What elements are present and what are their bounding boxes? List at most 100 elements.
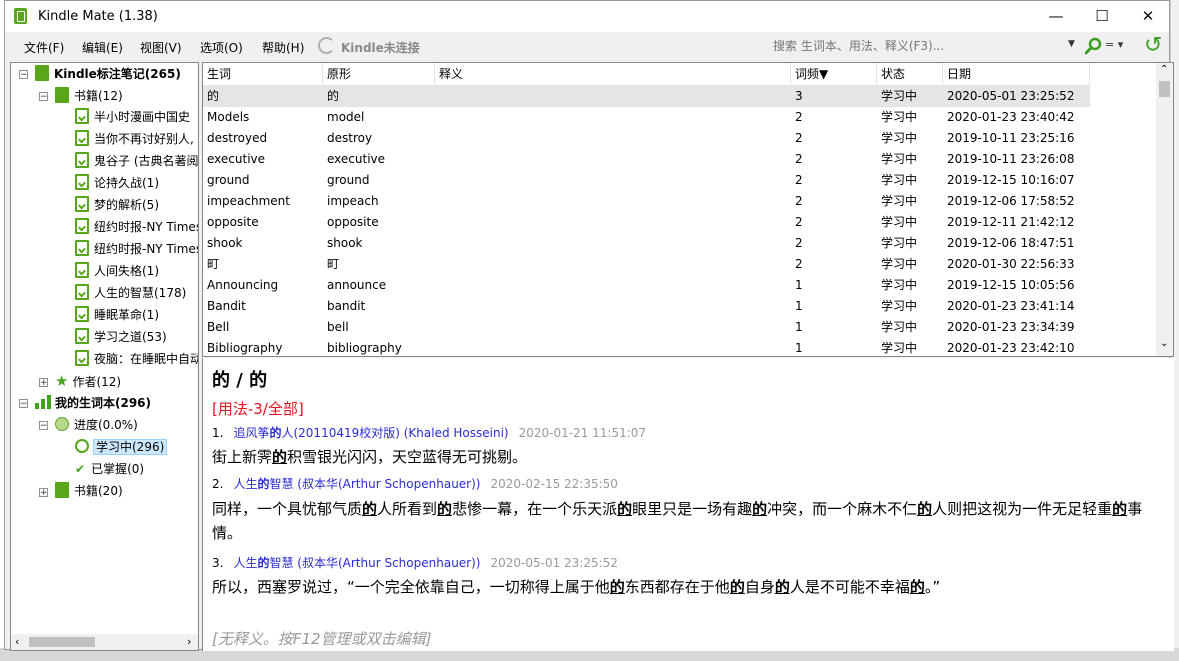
column-header-word[interactable]: 生词 xyxy=(203,63,323,85)
table-row[interactable]: 的 的 3 学习中 2020-05-01 23:25:52 xyxy=(203,86,1090,107)
table-row[interactable]: Models model 2 学习中 2020-01-23 23:40:42 xyxy=(203,107,1090,128)
table-row[interactable]: opposite opposite 2 学习中 2019-12-11 21:42:12 xyxy=(203,212,1090,233)
expand-toggle[interactable]: + xyxy=(39,378,48,388)
sentence-text: 。” xyxy=(924,578,941,596)
menu-file[interactable]: 文件(F) xyxy=(24,39,64,56)
table-row[interactable]: impeachment impeach 2 学习中 2019-12-06 17:58:5… xyxy=(203,191,1090,212)
check-icon: ✔ xyxy=(75,462,86,476)
cell-word: 的 xyxy=(207,89,220,103)
cell-stem: bibliography xyxy=(327,341,402,355)
cell-status: 学习中 xyxy=(881,131,918,145)
scroll-down-arrow[interactable]: ⌄ xyxy=(1160,338,1168,349)
refresh-icon[interactable]: ↺ xyxy=(1144,35,1162,57)
tree-book-item[interactable]: 纽约时报-NY Times xyxy=(75,217,198,237)
sentence-text: 人则把这视为一件无足轻重 xyxy=(932,500,1113,518)
book-icon xyxy=(75,218,89,234)
search-icon[interactable] xyxy=(1085,37,1103,55)
tree-book-item[interactable]: 学习之道(53) xyxy=(75,327,167,347)
table-row[interactable]: executive executive 2 学习中 2019-10-11 23:26:0… xyxy=(203,149,1090,170)
column-header-definition[interactable]: 释义 xyxy=(435,63,791,85)
no-definition-hint[interactable]: [无释义。按F12管理或双击编辑] xyxy=(212,628,431,649)
tree-progress[interactable]: 进度(0.0%) xyxy=(55,415,138,435)
table-row[interactable]: destroyed destroy 2 学习中 2019-10-11 23:25:16 xyxy=(203,128,1090,149)
tree-vocab-root[interactable]: 我的生词本(296) xyxy=(35,393,151,413)
tree-vocab-books[interactable]: 书籍(20) xyxy=(55,481,123,501)
menu-view[interactable]: 视图(V) xyxy=(140,39,182,56)
maximize-button[interactable]: ☐ xyxy=(1079,1,1125,32)
sentence-text: 东西都存在于他 xyxy=(624,578,730,596)
scrollbar-thumb[interactable] xyxy=(1159,81,1170,97)
collapse-toggle[interactable]: − xyxy=(39,421,48,431)
tree-mastered[interactable]: ✔ 已掌握(0) xyxy=(75,459,144,479)
expand-toggle[interactable]: + xyxy=(39,488,48,498)
column-header-stem[interactable]: 原形 xyxy=(323,63,435,85)
tree-authors[interactable]: ★ 作者(12) xyxy=(55,371,121,391)
source-book-link[interactable]: 人生的智慧 (叔本华(Arthur Schopenhauer)) xyxy=(233,477,480,491)
source-highlight: 的 xyxy=(257,556,270,570)
collapse-toggle[interactable]: − xyxy=(19,399,28,409)
tree-book-item[interactable]: 纽约时报-NY Times xyxy=(75,239,199,259)
tree-book-item[interactable]: 睡眠革命(1) xyxy=(75,305,159,325)
match-mode-dropdown[interactable]: = ▾ xyxy=(1105,38,1123,51)
cell-date: 2019-12-15 10:16:07 xyxy=(947,173,1075,187)
cell-status: 学习中 xyxy=(881,299,918,313)
highlighted-word: 的 xyxy=(917,500,933,518)
tree-horizontal-scrollbar[interactable]: ‹ › xyxy=(11,634,198,650)
table-row[interactable]: 町 町 2 学习中 2020-01-30 22:56:33 xyxy=(203,254,1090,275)
tree-book-label: 纽约时报-NY Times xyxy=(94,242,199,256)
column-header-frequency[interactable]: 词频▼ xyxy=(791,63,877,85)
highlighted-word: 的 xyxy=(752,500,768,518)
table-vertical-scrollbar[interactable]: ⌃ ⌄ xyxy=(1156,63,1173,356)
menu-options[interactable]: 选项(O) xyxy=(200,39,243,56)
source-book-link[interactable]: 追风筝的人(20110419校对版) (Khaled Hosseini) xyxy=(233,426,508,440)
scroll-up-arrow[interactable]: ⌃ xyxy=(1160,64,1168,75)
highlighted-word: 的 xyxy=(1112,500,1128,518)
column-header-date[interactable]: 日期 xyxy=(943,63,1090,85)
tree-learning[interactable]: 学习中(296) xyxy=(75,437,168,457)
scroll-right-arrow[interactable]: › xyxy=(187,635,191,648)
cell-definition xyxy=(435,275,791,296)
book-icon xyxy=(75,196,89,212)
kindle-connection-icon xyxy=(318,37,335,54)
table-row[interactable]: shook shook 2 学习中 2019-12-06 18:47:51 xyxy=(203,233,1090,254)
highlighted-word: 的 xyxy=(617,500,633,518)
column-header-status[interactable]: 状态 xyxy=(877,63,943,85)
cell-date: 2020-01-23 23:34:39 xyxy=(947,320,1075,334)
cell-definition xyxy=(435,338,791,356)
table-row[interactable]: Announcing announce 1 学习中 2019-12-15 10:05:5… xyxy=(203,275,1090,296)
sentence-text: 自身 xyxy=(744,578,775,596)
detail-headword: 的 / 的 xyxy=(212,370,268,391)
tree-book-item[interactable]: 夜脑：在睡眠中自动 xyxy=(75,349,198,369)
tree-book-item[interactable]: 半小时漫画中国史 xyxy=(75,107,190,127)
cell-word: executive xyxy=(207,152,266,166)
menu-edit[interactable]: 编辑(E) xyxy=(82,39,123,56)
table-row[interactable]: ground ground 2 学习中 2019-12-15 10:16:07 xyxy=(203,170,1090,191)
minimize-button[interactable]: — xyxy=(1033,1,1079,32)
tree-book-item[interactable]: 人间失格(1) xyxy=(75,261,159,281)
collapse-toggle[interactable]: − xyxy=(39,92,48,102)
tree-book-item[interactable]: 鬼谷子 (古典名著阅 xyxy=(75,151,198,171)
close-button[interactable]: ✕ xyxy=(1125,1,1171,32)
scroll-left-arrow[interactable]: ‹ xyxy=(15,635,19,648)
collapse-toggle[interactable]: − xyxy=(19,70,28,80)
tree-book-item[interactable]: 论持久战(1) xyxy=(75,173,159,193)
table-row[interactable]: Bell bell 1 学习中 2020-01-23 23:34:39 xyxy=(203,317,1090,338)
cell-frequency: 1 xyxy=(795,320,803,334)
scrollbar-thumb[interactable] xyxy=(29,637,95,647)
search-history-dropdown[interactable]: ▼ xyxy=(1068,39,1075,49)
tree-root-clippings[interactable]: Kindle标注笔记(265) xyxy=(35,64,181,84)
cell-stem: shook xyxy=(327,236,363,250)
source-book-link[interactable]: 人生的智慧 (叔本华(Arthur Schopenhauer)) xyxy=(233,556,480,570)
tree-books[interactable]: 书籍(12) xyxy=(55,86,123,106)
highlighted-word: 的 xyxy=(609,578,625,596)
menu-help[interactable]: 帮助(H) xyxy=(262,39,304,56)
table-row[interactable]: Bibliography bibliography 1 学习中 2020-01-23 2… xyxy=(203,338,1090,356)
tree-book-item[interactable]: 梦的解析(5) xyxy=(75,195,159,215)
bookmark-icon xyxy=(55,482,69,498)
window-title: Kindle Mate (1.38) xyxy=(38,9,158,24)
search-input[interactable] xyxy=(773,36,1063,56)
tree-book-item[interactable]: 人生的智慧(178) xyxy=(75,283,186,303)
tree-book-item[interactable]: 当你不再讨好别人, xyxy=(75,129,194,149)
cell-word: destroyed xyxy=(207,131,268,145)
table-row[interactable]: Bandit bandit 1 学习中 2020-01-23 23:41:14 xyxy=(203,296,1090,317)
